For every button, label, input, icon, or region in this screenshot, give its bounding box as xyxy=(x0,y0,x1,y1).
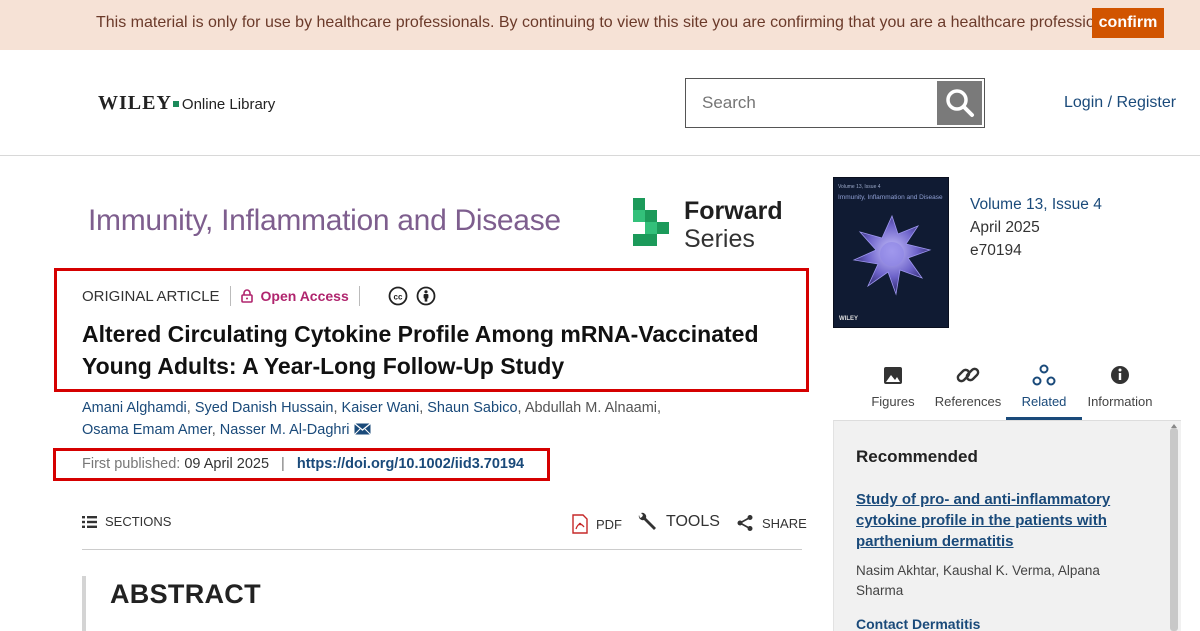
related-icon xyxy=(1032,364,1056,386)
share-label: SHARE xyxy=(762,515,807,531)
tools-button[interactable]: TOOLS xyxy=(636,512,720,532)
wrench-icon xyxy=(638,512,656,530)
article-title: Altered Circulating Cytokine Profile Amo… xyxy=(82,321,759,379)
author-link[interactable]: Kaiser Wani xyxy=(342,400,420,416)
login-register-link[interactable]: Login / Register xyxy=(1064,94,1176,112)
article-type: ORIGINAL ARTICLE xyxy=(82,287,220,305)
publication-separator: | xyxy=(281,456,285,472)
info-icon xyxy=(1111,366,1129,384)
forward-series-line1: Forward xyxy=(684,197,783,225)
recommended-article-authors: Nasim Akhtar, Kaushal K. Verma, Alpana S… xyxy=(856,563,1100,598)
search-button[interactable] xyxy=(937,81,982,125)
author-list: Amani Alghamdi, Syed Danish Hussain, Kai… xyxy=(82,400,662,438)
issue-date: April 2025 xyxy=(970,219,1040,236)
link-icon xyxy=(956,367,980,383)
volume-issue-link[interactable]: Volume 13, Issue 4 xyxy=(970,193,1102,216)
healthcare-notice-banner: This material is only for use by healthc… xyxy=(0,0,1200,50)
issue-info: Volume 13, Issue 4 April 2025 e70194 xyxy=(970,193,1102,262)
image-icon xyxy=(884,367,902,384)
pdf-label: PDF xyxy=(596,516,622,532)
logo-wiley-text: WILEY xyxy=(98,92,172,114)
license-icons[interactable]: cc xyxy=(388,286,436,306)
confirm-button[interactable]: confirm xyxy=(1092,8,1164,38)
sections-button[interactable]: SECTIONS xyxy=(82,514,171,529)
forward-series-logo-icon xyxy=(633,198,669,246)
article-number: e70194 xyxy=(970,242,1022,259)
author-link[interactable]: Syed Danish Hussain xyxy=(195,400,334,416)
author-link[interactable]: Nasser M. Al-Daghri xyxy=(220,422,350,438)
open-access-label: Open Access xyxy=(260,288,349,304)
search-input[interactable] xyxy=(686,79,938,127)
recommended-article-link[interactable]: Study of pro- and anti-inflammatory cyto… xyxy=(856,489,1126,552)
tab-references[interactable]: References xyxy=(932,360,1004,420)
tab-related-label: Related xyxy=(1021,394,1067,409)
tab-figures-label: Figures xyxy=(871,394,915,409)
site-header: WILEY Online Library Login / Register xyxy=(0,50,1200,156)
open-access-badge[interactable]: Open Access xyxy=(240,288,349,304)
cell-illustration-icon xyxy=(852,214,932,296)
share-button[interactable]: SHARE xyxy=(736,514,807,532)
creative-commons-icon: cc xyxy=(388,286,408,306)
first-published-date: 09 April 2025 xyxy=(184,456,270,472)
abstract-heading: ABSTRACT xyxy=(110,579,261,609)
wiley-online-library-logo[interactable]: WILEY Online Library xyxy=(98,92,275,115)
pdf-button[interactable]: PDF xyxy=(572,514,622,534)
forward-series-line2: Series xyxy=(684,225,755,253)
tab-references-label: References xyxy=(934,394,1002,409)
search-box xyxy=(685,78,985,128)
meta-divider xyxy=(358,286,360,306)
abstract-section: ABSTRACT xyxy=(82,576,802,631)
tab-information[interactable]: Information xyxy=(1082,360,1158,420)
author-link[interactable]: Amani Alghamdi xyxy=(82,400,187,416)
recommended-article-link[interactable]: Contact Dermatitis xyxy=(856,616,980,631)
journal-title[interactable]: Immunity, Inflammation and Disease xyxy=(88,204,561,238)
recommended-panel: Recommended Study of pro- and anti-infla… xyxy=(833,420,1181,631)
tab-figures[interactable]: Figures xyxy=(868,360,918,420)
sidebar-tabs: Figures References Related Information xyxy=(860,360,1160,420)
banner-text: This material is only for use by healthc… xyxy=(96,14,1121,31)
email-icon[interactable] xyxy=(353,422,371,435)
tools-label: TOOLS xyxy=(666,513,720,530)
publication-info: First published: 09 April 2025 | https:/… xyxy=(82,456,524,472)
author-link[interactable]: Osama Emam Amer xyxy=(82,422,212,438)
logo-square-icon xyxy=(172,101,179,107)
forward-series-label: Forward Series xyxy=(684,197,783,253)
article-toolbar: SECTIONS PDF TOOLS SHARE xyxy=(82,510,807,550)
attribution-icon xyxy=(416,286,436,306)
tab-information-label: Information xyxy=(1087,394,1153,409)
meta-divider xyxy=(229,286,231,306)
author-link[interactable]: Shaun Sabico xyxy=(427,400,517,416)
journal-cover-image[interactable]: Volume 13, Issue 4 Immunity, Inflammatio… xyxy=(833,177,949,328)
cover-publisher: WILEY xyxy=(839,316,858,322)
lock-open-icon xyxy=(240,289,253,303)
recommended-heading: Recommended xyxy=(856,447,978,466)
pdf-icon xyxy=(572,514,588,534)
tab-related[interactable]: Related xyxy=(1006,360,1082,420)
author-link[interactable]: Abdullah M. Alnaami xyxy=(525,400,657,416)
panel-scrollbar[interactable] xyxy=(1170,428,1178,631)
svg-text:cc: cc xyxy=(393,293,402,302)
sections-label: SECTIONS xyxy=(105,514,172,529)
logo-library-text: Online Library xyxy=(181,96,276,113)
list-icon xyxy=(82,515,97,528)
article-meta-row: ORIGINAL ARTICLE Open Access cc xyxy=(82,286,436,306)
search-icon xyxy=(946,89,974,117)
first-published-label: First published: xyxy=(82,456,181,472)
share-icon xyxy=(737,515,753,531)
doi-link[interactable]: https://doi.org/10.1002/iid3.70194 xyxy=(297,456,524,472)
